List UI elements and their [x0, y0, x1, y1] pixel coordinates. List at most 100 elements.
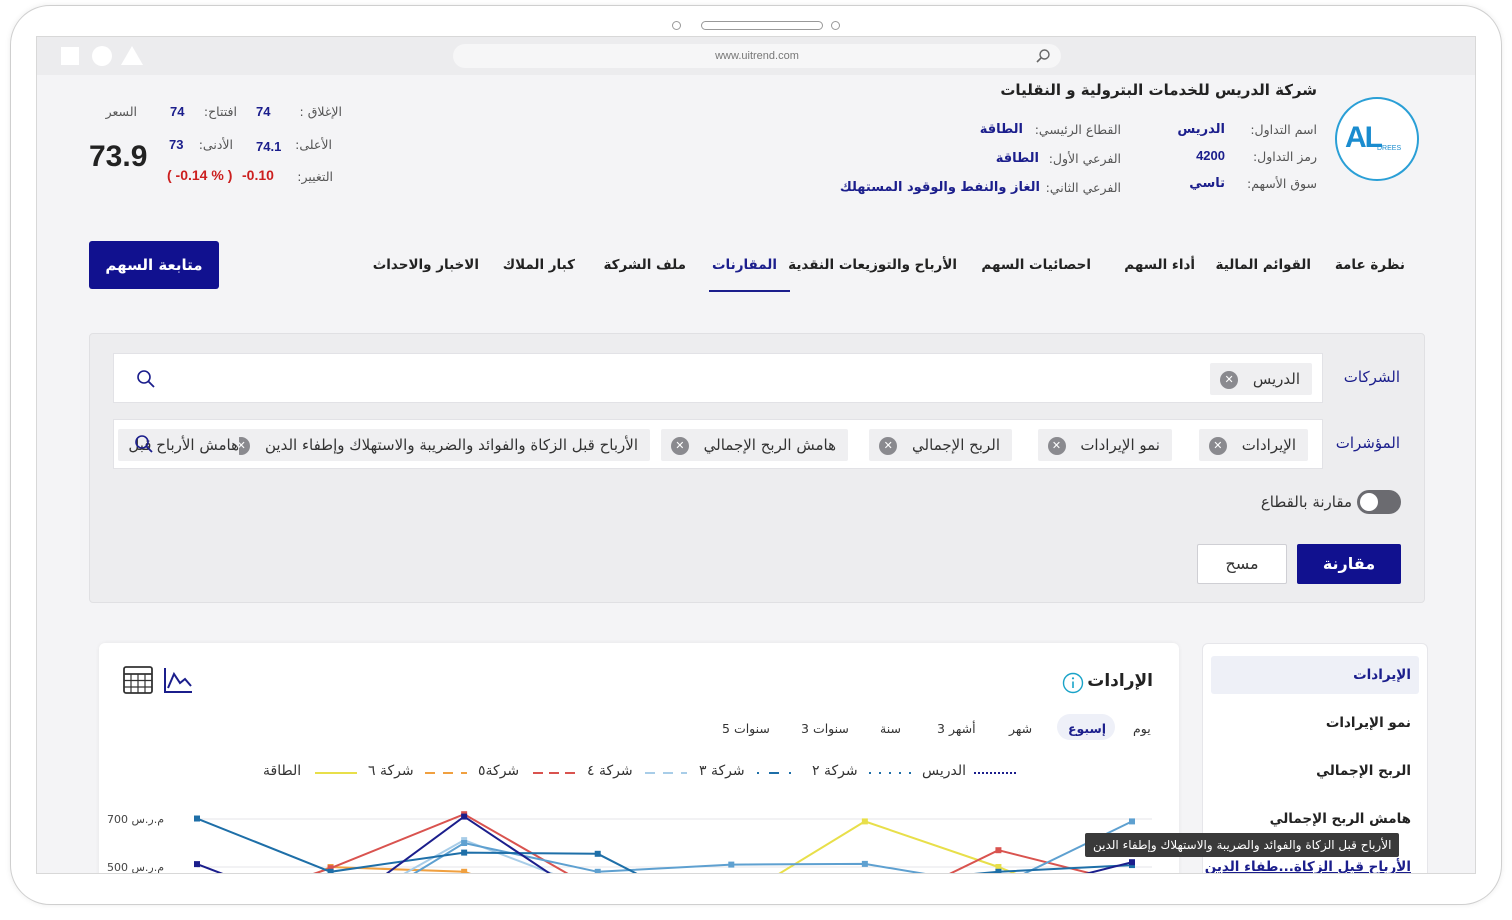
remove-chip-icon[interactable]: ✕: [1208, 436, 1227, 455]
side-item-gross-profit[interactable]: الربح الإجمالي: [1316, 763, 1411, 779]
data-point[interactable]: [995, 847, 1002, 854]
table-view-icon[interactable]: [123, 666, 153, 694]
data-point[interactable]: [728, 861, 735, 868]
legend-company3[interactable]: شركة ٣: [699, 763, 745, 779]
side-item-revenue[interactable]: الإيرادات: [1353, 667, 1411, 683]
remove-chip-icon[interactable]: ✕: [670, 436, 689, 455]
tab-overview[interactable]: نظرة عامة: [1335, 257, 1405, 273]
period-5-years[interactable]: 5 سنوات: [722, 721, 770, 736]
legend-company5[interactable]: شركة٥: [478, 763, 519, 779]
main-sector-value: الطاقة: [979, 122, 1023, 137]
legend-aldrees[interactable]: الدريس: [922, 763, 966, 779]
sub2-value: الغاز والنفط والوقود المستهلك: [839, 180, 1040, 195]
tab-dividends[interactable]: الأرباح والتوزيعات النقدية: [788, 257, 957, 273]
toggle-knob: [1360, 493, 1378, 511]
tab-company-profile[interactable]: ملف الشركة: [603, 257, 686, 273]
legend-energy[interactable]: الطاقة: [263, 763, 301, 779]
indicator-chip-label: الربح الإجمالي: [912, 436, 1000, 454]
search-icon[interactable]: [134, 434, 154, 454]
company-chip[interactable]: الدريس ✕: [1210, 363, 1312, 395]
data-point[interactable]: [194, 861, 200, 868]
indicator-chip-gross-margin[interactable]: هامش الربح الإجمالي ✕: [660, 429, 848, 461]
change-label: التغيير:: [297, 169, 333, 184]
browser-bar: www.uitrend.com: [37, 37, 1475, 75]
open-value: 74: [170, 104, 185, 119]
triangle-icon[interactable]: [121, 46, 143, 65]
change-percent: ( -0.14 % ): [167, 167, 233, 183]
legend-line-energy: [315, 772, 357, 774]
follow-stock-button[interactable]: متابعة السهم: [89, 241, 219, 289]
legend-line-company4: [645, 772, 687, 774]
price-label: السعر: [105, 104, 137, 119]
data-point[interactable]: [327, 868, 334, 874]
tab-financial-statements[interactable]: القوائم المالية: [1216, 257, 1311, 273]
period-year[interactable]: سنة: [880, 721, 901, 736]
data-point[interactable]: [1129, 818, 1135, 825]
data-point[interactable]: [594, 868, 601, 874]
side-item-revenue-growth[interactable]: نمو الإيرادات: [1326, 715, 1411, 731]
legend-company2[interactable]: شركة ٢: [812, 763, 858, 779]
search-icon[interactable]: [136, 369, 156, 389]
tab-stock-performance[interactable]: أداء السهم: [1124, 257, 1195, 273]
indicator-chip-ebitda[interactable]: الأرباح قبل الزكاة والفوائد والضريبة وال…: [222, 429, 650, 461]
sub1-value: الطاقة: [995, 151, 1039, 166]
main-sector-label: القطاع الرئيسي:: [1034, 122, 1121, 137]
circle-icon[interactable]: [92, 46, 112, 66]
indicator-chip-label: الإيرادات: [1241, 436, 1296, 454]
data-point[interactable]: [594, 850, 601, 857]
data-point[interactable]: [1129, 859, 1135, 866]
side-item-gross-margin[interactable]: هامش الربح الإجمالي: [1270, 811, 1411, 827]
side-item-ebitda[interactable]: الأرباح قبل الزكاة...طفاء الدين: [1205, 859, 1411, 873]
company-chip-label: الدريس: [1252, 370, 1300, 388]
period-3-months[interactable]: 3 أشهر: [937, 721, 976, 736]
close-label: الإغلاق :: [299, 104, 342, 119]
data-point[interactable]: [461, 813, 468, 820]
compare-button[interactable]: مقارنة: [1297, 544, 1401, 584]
sensor-dot: [831, 21, 840, 30]
search-icon[interactable]: [1035, 48, 1051, 64]
sector-compare-toggle[interactable]: [1357, 490, 1401, 514]
data-point[interactable]: [194, 815, 200, 822]
data-point[interactable]: [995, 868, 1002, 874]
indicator-chip-gross-profit[interactable]: الربح الإجمالي ✕: [869, 429, 1012, 461]
data-point[interactable]: [861, 860, 868, 867]
period-day[interactable]: يوم: [1133, 721, 1151, 736]
period-month[interactable]: شهر: [1009, 721, 1032, 736]
remove-chip-icon[interactable]: ✕: [1047, 436, 1066, 455]
period-3-years[interactable]: 3 سنوات: [801, 721, 849, 736]
square-icon[interactable]: [61, 47, 79, 65]
url-bar[interactable]: www.uitrend.com: [453, 44, 1061, 68]
tab-major-shareholders[interactable]: كبار الملاك: [503, 257, 575, 273]
camera-dot: [672, 21, 681, 30]
y-tick-label: 700 م.ر.س: [107, 813, 164, 826]
legend-line-company5: [533, 772, 575, 774]
low-label: الأدنى:: [198, 137, 233, 152]
url-text: www.uitrend.com: [715, 50, 799, 62]
remove-chip-icon[interactable]: ✕: [879, 436, 898, 455]
info-icon[interactable]: [1062, 672, 1084, 694]
clear-button[interactable]: مسح: [1197, 544, 1287, 584]
data-point[interactable]: [461, 840, 468, 846]
companies-input[interactable]: الدريس ✕: [113, 353, 1323, 403]
legend-company6[interactable]: شركة ٦: [368, 763, 414, 779]
data-point[interactable]: [461, 849, 468, 856]
tab-stock-statistics[interactable]: احصائيات السهم: [981, 257, 1091, 273]
data-point[interactable]: [461, 868, 468, 874]
line-chart-icon[interactable]: [163, 666, 193, 694]
close-value: 74: [256, 104, 271, 119]
indicator-chip-revenue-growth[interactable]: نمو الإيرادات ✕: [1037, 429, 1172, 461]
indicator-chip-label: هامش الربح الإجمالي: [703, 436, 836, 454]
remove-chip-icon[interactable]: ✕: [1220, 370, 1239, 389]
tab-news-events[interactable]: الاخبار والاحداث: [373, 257, 479, 273]
indicators-input[interactable]: الإيرادات ✕ نمو الإيرادات ✕ الربح الإجما…: [113, 419, 1323, 469]
line-chart-plot: 700 م.ر.س 500 م.ر.س: [107, 811, 1152, 874]
sub2-label: الفرعي الثاني:: [1045, 180, 1121, 195]
tab-comparisons[interactable]: المقارنات: [712, 257, 777, 273]
chart-title: الإرادات: [1087, 671, 1153, 691]
period-week[interactable]: إسبوع: [1068, 721, 1106, 736]
indicator-chip-revenue[interactable]: الإيرادات ✕: [1198, 429, 1308, 461]
legend-line-company2: [869, 772, 911, 774]
speaker-slot: [701, 21, 823, 30]
legend-company4[interactable]: شركة ٤: [587, 763, 633, 779]
data-point[interactable]: [861, 818, 868, 825]
